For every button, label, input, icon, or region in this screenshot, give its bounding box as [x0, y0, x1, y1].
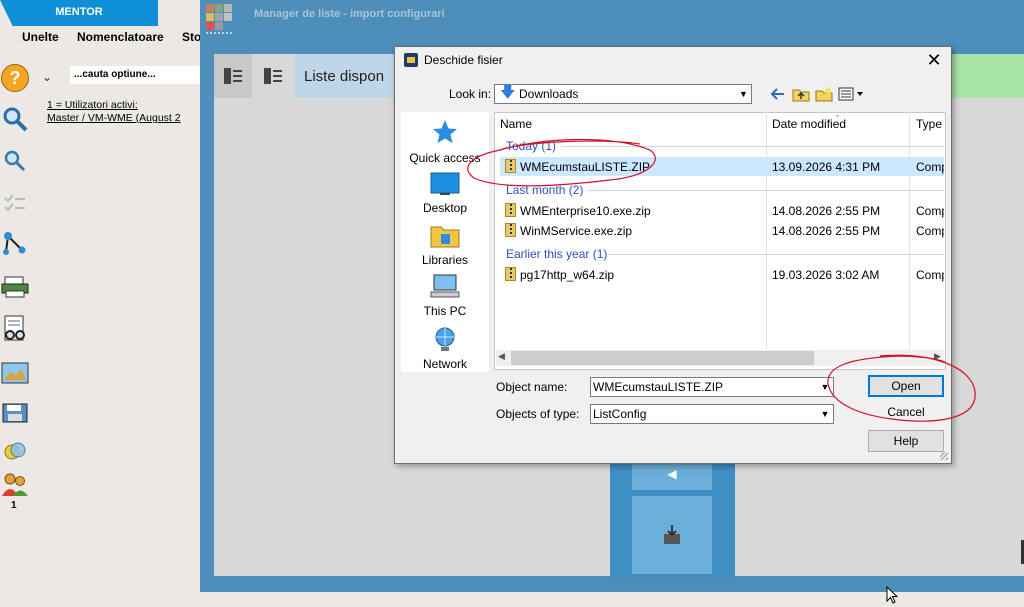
- magnifier-icon[interactable]: [0, 104, 30, 134]
- view-menu-icon[interactable]: [838, 85, 864, 103]
- desktop-icon: [430, 172, 460, 195]
- file-type: Comp: [916, 224, 944, 238]
- chevron-down-icon[interactable]: ▼: [818, 379, 832, 395]
- chevron-down-icon[interactable]: ⌄: [42, 70, 52, 84]
- column-name-header[interactable]: Name: [500, 117, 532, 131]
- zip-file-icon: [505, 267, 516, 281]
- column-type-header[interactable]: Type: [916, 117, 942, 131]
- active-users-count: 1: [11, 500, 17, 511]
- search-option-input[interactable]: ...cauta optiune...: [70, 66, 200, 84]
- file-name: WMEnterprise10.exe.zip: [520, 204, 651, 218]
- objects-type-label: Objects of type:: [496, 407, 580, 421]
- place-quick-access[interactable]: Quick access: [401, 118, 489, 165]
- app-logo-icon: [206, 4, 232, 30]
- group-divider: [608, 254, 944, 255]
- place-network[interactable]: Network: [401, 326, 489, 371]
- window-title: Manager de liste - import configurari: [254, 8, 445, 20]
- libraries-icon: [430, 226, 460, 248]
- group-today[interactable]: Today (1): [506, 139, 556, 153]
- column-date-header[interactable]: Date modified: [772, 117, 846, 131]
- group-last-month[interactable]: Last month (2): [506, 183, 583, 197]
- dialog-title: Deschide fisier: [424, 53, 503, 67]
- window-menu-dots: [206, 32, 232, 37]
- file-date: 19.03.2026 3:02 AM: [772, 268, 880, 282]
- status-green-bar: [950, 54, 1024, 98]
- resize-grip-icon[interactable]: [940, 452, 948, 460]
- file-list-view[interactable]: [494, 112, 946, 370]
- active-users-line[interactable]: 1 = Utilizatori activi:: [47, 99, 181, 112]
- mentor-app-panel: [0, 0, 200, 604]
- group-divider: [588, 190, 944, 191]
- search-settings-icon[interactable]: [0, 146, 30, 176]
- place-label: Network: [422, 357, 467, 371]
- file-date: 14.08.2026 2:55 PM: [772, 224, 881, 238]
- help-icon[interactable]: ?: [1, 64, 29, 92]
- computer-icon: [430, 274, 460, 298]
- zip-file-icon: [505, 223, 516, 237]
- chevron-down-icon[interactable]: ▼: [737, 86, 750, 102]
- menu-stocuri[interactable]: Sto: [182, 30, 201, 44]
- downloads-arrow-icon: 🡇: [500, 84, 516, 101]
- place-label: Libraries: [421, 253, 469, 267]
- star-icon: [433, 120, 457, 143]
- object-name-input[interactable]: WMEcumstauLISTE.ZIP: [590, 377, 834, 397]
- file-name: pg17http_w64.zip: [520, 268, 615, 282]
- users-icon[interactable]: [0, 470, 30, 500]
- list-check-icon[interactable]: [0, 188, 30, 218]
- tree-view-toggle-icon[interactable]: [254, 54, 292, 98]
- move-left-button[interactable]: ◀: [632, 462, 712, 490]
- new-folder-icon[interactable]: [814, 85, 834, 103]
- active-users-info[interactable]: 1 = Utilizatori activi: Master / VM-WME …: [47, 99, 181, 125]
- menu-nomenclatoare[interactable]: Nomenclatoare: [77, 30, 164, 44]
- document-glasses-icon[interactable]: [0, 314, 30, 344]
- close-icon[interactable]: ✕: [922, 50, 946, 72]
- place-label: Desktop: [422, 201, 468, 215]
- up-folder-icon[interactable]: [791, 85, 811, 103]
- look-in-value: Downloads: [519, 87, 579, 101]
- scrollbar-thumb[interactable]: [511, 351, 814, 365]
- list-view-toggle-icon[interactable]: [214, 54, 252, 98]
- save-disk-icon[interactable]: [0, 398, 30, 428]
- file-type: Comp: [916, 268, 944, 282]
- dialog-app-icon: [404, 53, 418, 67]
- look-in-label: Look in:: [449, 87, 492, 101]
- file-date: 14.08.2026 2:55 PM: [772, 204, 881, 218]
- place-label: This PC: [423, 304, 467, 318]
- open-button[interactable]: Open: [868, 375, 944, 397]
- place-desktop[interactable]: Desktop: [401, 172, 489, 215]
- group-divider: [562, 146, 944, 147]
- available-lists-title: Liste dispon: [304, 68, 385, 85]
- menu-unelte[interactable]: Unelte: [22, 30, 59, 44]
- group-earlier-this-year[interactable]: Earlier this year (1): [506, 247, 607, 261]
- file-name: WinMService.exe.zip: [520, 224, 633, 238]
- zip-file-icon: [505, 203, 516, 217]
- chart-image-icon[interactable]: [0, 358, 30, 388]
- file-name: WMEcumstauLISTE.ZIP: [520, 160, 651, 174]
- place-this-pc[interactable]: This PC: [401, 273, 489, 318]
- file-type: Comp: [916, 204, 944, 218]
- place-label: Quick access: [409, 151, 481, 165]
- import-button[interactable]: [632, 496, 712, 574]
- chevron-down-icon[interactable]: ▼: [818, 406, 832, 422]
- window-bottom-strip: [200, 592, 1024, 604]
- file-type: Comp: [916, 160, 944, 174]
- user-session-line[interactable]: Master / VM-WME (August 2: [47, 112, 181, 125]
- help-button[interactable]: Help: [868, 430, 944, 452]
- network-globe-icon: [435, 327, 455, 351]
- back-arrow-icon[interactable]: [769, 85, 787, 103]
- scroll-left-arrow-icon[interactable]: ◀: [498, 351, 505, 362]
- zip-file-icon: [505, 159, 516, 173]
- objects-type-select[interactable]: ListConfig: [590, 404, 834, 424]
- network-tree-icon[interactable]: [0, 228, 30, 258]
- place-libraries[interactable]: Libraries: [401, 222, 489, 267]
- scroll-right-arrow-icon[interactable]: ▶: [934, 351, 941, 362]
- file-date: 13.09.2026 4:31 PM: [772, 160, 881, 174]
- sort-caret-icon: ⌄: [834, 110, 841, 119]
- mentor-brand-tab[interactable]: MENTOR: [0, 0, 158, 26]
- printer-icon[interactable]: [0, 272, 30, 302]
- object-name-label: Object name:: [496, 380, 568, 394]
- coins-icon[interactable]: [0, 436, 30, 466]
- cancel-button[interactable]: Cancel: [868, 401, 944, 423]
